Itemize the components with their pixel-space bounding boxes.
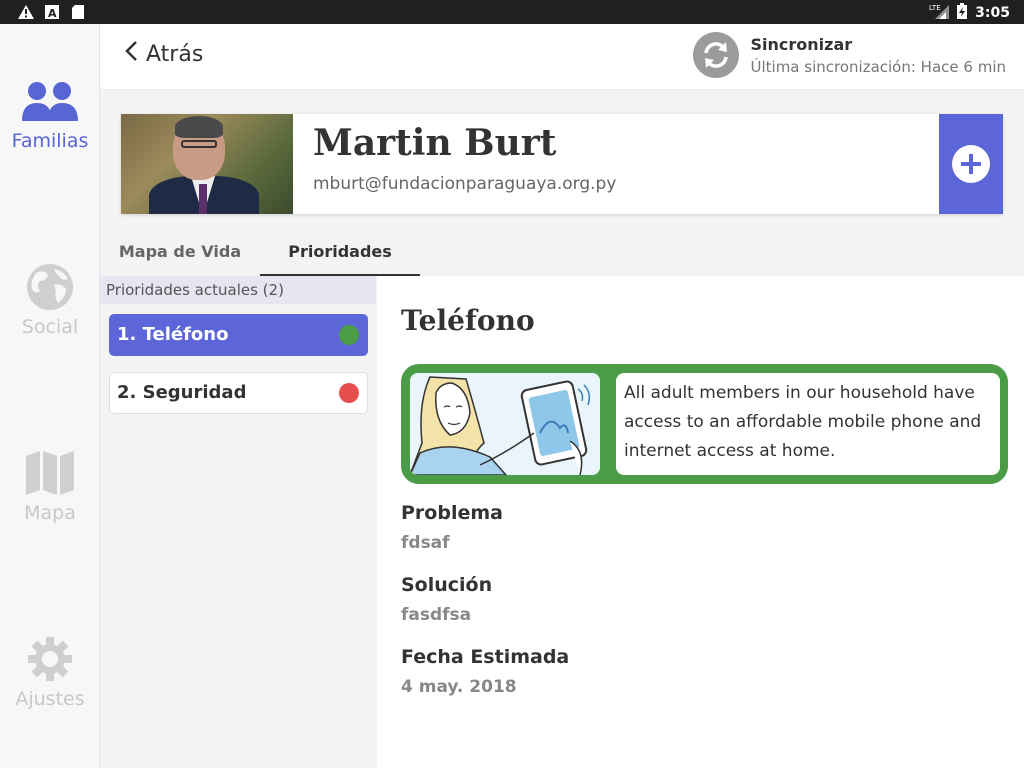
problem-label: Problema <box>401 502 503 524</box>
profile-area: Martin Burt mburt@fundacionparaguaya.org… <box>100 90 1024 230</box>
status-bar: A LTE 3:05 <box>0 0 1024 24</box>
sd-card-icon <box>70 4 86 20</box>
nav-label-familias: Familias <box>11 130 89 152</box>
problem-value: fdsaf <box>401 533 450 553</box>
estimated-date-label: Fecha Estimada <box>401 646 570 668</box>
families-icon <box>20 76 80 126</box>
nav-item-social[interactable]: Social <box>0 262 100 338</box>
map-icon <box>20 448 80 498</box>
priority-list-pane: Prioridades actuales (2) 1. Teléfono 2. … <box>100 276 377 768</box>
priority-item-telefono[interactable]: 1. Teléfono <box>109 314 368 356</box>
nav-item-familias[interactable]: Familias <box>0 76 100 152</box>
tab-mapa-de-vida[interactable]: Mapa de Vida <box>100 230 260 276</box>
profile-name: Martin Burt <box>313 122 557 164</box>
signal-icon: LTE <box>929 3 950 23</box>
nav-label-mapa: Mapa <box>24 502 76 524</box>
font-app-icon: A <box>44 4 60 20</box>
solution-label: Solución <box>401 574 493 596</box>
warning-icon <box>18 4 34 20</box>
profile-email: mburt@fundacionparaguaya.org.py <box>313 174 617 194</box>
gear-icon <box>20 634 80 684</box>
priority-item-seguridad[interactable]: 2. Seguridad <box>109 372 368 414</box>
back-label: Atrás <box>146 41 204 67</box>
priority-list-header: Prioridades actuales (2) <box>100 276 376 304</box>
sync-control[interactable]: Sincronizar Última sincronización: Hace … <box>692 32 1007 78</box>
chevron-left-icon <box>124 40 138 68</box>
nav-item-mapa[interactable]: Mapa <box>0 448 100 524</box>
battery-icon <box>957 3 968 23</box>
tab-bar: Mapa de Vida Prioridades <box>100 230 1024 276</box>
priority-item-label: 2. Seguridad <box>117 382 247 403</box>
sync-icon <box>692 32 739 78</box>
estimated-date-value: 4 may. 2018 <box>401 677 517 697</box>
status-right-icons: LTE 3:05 <box>929 3 1010 23</box>
status-dot-red <box>339 383 359 403</box>
nav-label-ajustes: Ajustes <box>15 688 85 710</box>
phone-illustration <box>410 373 600 475</box>
add-priority-button[interactable] <box>939 114 1003 214</box>
solution-value: fasdfsa <box>401 605 472 625</box>
status-dot-green <box>339 325 359 345</box>
indicator-description: All adult members in our household have … <box>616 373 1000 475</box>
back-button[interactable]: Atrás <box>124 40 203 68</box>
svg-text:A: A <box>48 7 57 19</box>
priority-detail: Teléfono All adult members in our househ… <box>377 276 1024 768</box>
globe-icon <box>20 262 80 312</box>
indicator-card: All adult members in our household have … <box>401 364 1008 484</box>
plus-icon <box>952 145 990 183</box>
status-left-icons: A <box>18 4 86 20</box>
priority-item-label: 1. Teléfono <box>117 324 229 345</box>
sync-subtitle: Última sincronización: Hace 6 min <box>750 57 1007 76</box>
network-type-label: LTE <box>929 4 941 12</box>
nav-label-social: Social <box>21 316 79 338</box>
family-profile-card: Martin Burt mburt@fundacionparaguaya.org… <box>121 114 1003 214</box>
avatar <box>121 114 293 214</box>
tab-prioridades[interactable]: Prioridades <box>260 230 420 276</box>
side-navigation: Familias Social Mapa Ajustes <box>0 24 100 768</box>
nav-item-ajustes[interactable]: Ajustes <box>0 634 100 710</box>
top-header: Atrás Sincronizar Última sincronización:… <box>100 24 1024 90</box>
clock: 3:05 <box>975 5 1010 21</box>
detail-title: Teléfono <box>401 304 535 337</box>
sync-title: Sincronizar <box>750 34 853 54</box>
